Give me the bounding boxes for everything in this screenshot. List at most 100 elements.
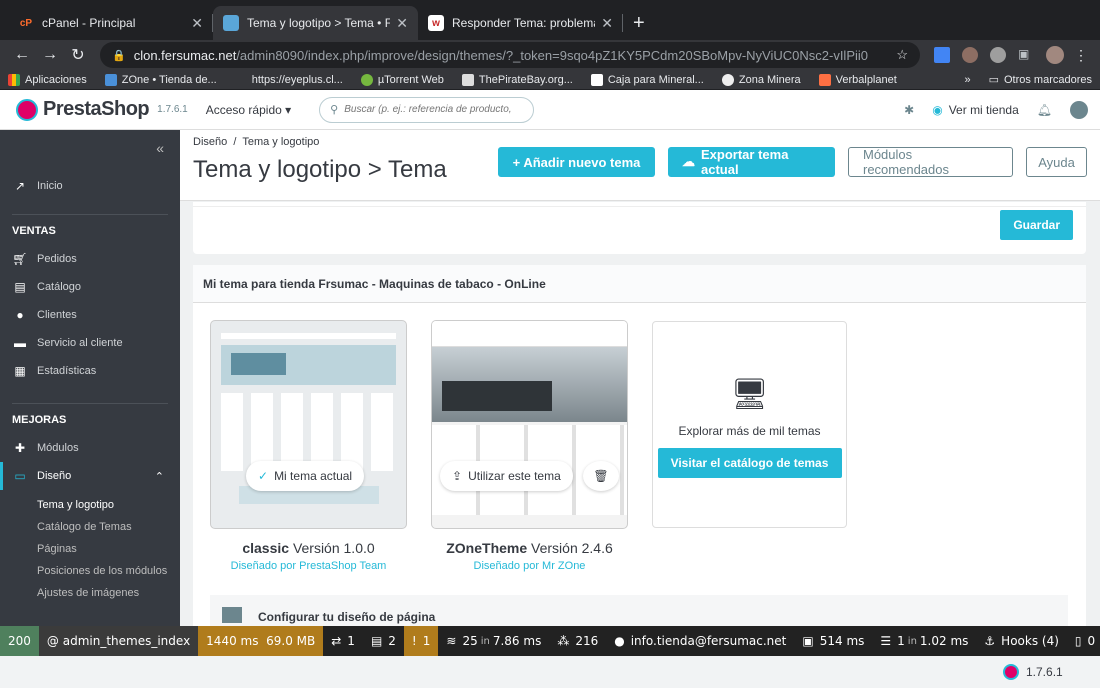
theme-classic-author[interactable]: Diseñado por PrestaShop Team <box>211 560 406 572</box>
bookmark-eyeplus[interactable]: https://eyeplus.cl... <box>235 74 343 86</box>
version-label: 1.7.6.1 <box>157 104 188 115</box>
help-button[interactable]: Ayuda <box>1026 147 1087 177</box>
security-panel[interactable]: ● info.tienda@fersumac.net <box>606 626 794 656</box>
status-code[interactable]: 200 <box>0 626 39 656</box>
export-theme-button[interactable]: ☁ Exportar tema actual <box>668 147 835 177</box>
back-icon[interactable]: ← <box>8 46 36 64</box>
star-icon[interactable]: ☆ <box>896 47 908 63</box>
close-tab-icon[interactable]: ✕ <box>396 15 408 32</box>
sidebar-subitem-imagenes[interactable]: Ajustes de imágenes <box>0 582 180 604</box>
add-theme-button[interactable]: + Añadir nuevo tema <box>498 147 655 177</box>
puzzle-extension-icon[interactable]: ▣ <box>1018 47 1034 63</box>
tab-title: Tema y logotipo > Tema • Fersu <box>247 16 391 30</box>
sidebar-item-clientes[interactable]: ● Clientes <box>0 301 180 329</box>
sidebar-subitem-catalogo-temas[interactable]: Catálogo de Temas <box>0 516 180 538</box>
browser-tab-strip: cP cPanel - Principal ✕ Tema y logotipo … <box>0 0 1100 40</box>
theme-zone: ⇪ Utilizar este tema 🗑︎ ZOneTheme Versión… <box>432 321 627 572</box>
zone-icon <box>104 73 117 86</box>
twig-panel[interactable]: ▤ 2 <box>363 626 404 656</box>
reload-icon[interactable]: ↻ <box>64 45 92 65</box>
current-theme-badge: ✓ Mi tema actual <box>246 461 365 491</box>
bookmark-verbalplanet[interactable]: Verbalplanet <box>818 73 897 86</box>
delete-theme-button[interactable]: 🗑︎ <box>583 461 619 491</box>
bookmark-caja[interactable]: Caja para Mineral... <box>590 73 704 86</box>
hooks-panel[interactable]: ⚓ Hooks (4) <box>976 626 1067 656</box>
cache-panel[interactable]: ☰ 1 in 1.02 ms <box>872 626 976 656</box>
sidebar-item-pedidos[interactable]: 🛒︎ Pedidos <box>0 245 180 273</box>
bookmark-apps[interactable]: Aplicaciones <box>8 73 87 86</box>
twig-icon: ▤ <box>370 634 383 648</box>
new-tab-button[interactable]: + <box>623 6 655 40</box>
render-panel[interactable]: ▣ 514 ms <box>794 626 872 656</box>
lock-icon: 🔒 <box>112 49 126 62</box>
logs-panel[interactable]: ! 1 <box>403 626 439 656</box>
sidebar-section-mejoras: MEJORAS <box>12 403 168 434</box>
sidebar-item-estadisticas[interactable]: ▦ Estadísticas <box>0 357 180 385</box>
url-host: clon.fersumac.net <box>133 47 237 63</box>
sidebar-subitem-tema-logotipo[interactable]: Tema y logotipo <box>0 494 180 516</box>
sidebar-subitem-posiciones[interactable]: Posiciones de los módulos <box>0 560 180 582</box>
bookmark-zone[interactable]: ZOne • Tienda de... <box>104 73 217 86</box>
bookmarks-bar: Aplicaciones ZOne • Tienda de... https:/… <box>0 70 1100 90</box>
use-theme-button[interactable]: ⇪ Utilizar este tema <box>440 461 573 491</box>
close-tab-icon[interactable]: ✕ <box>191 15 203 32</box>
translation-panel[interactable]: ⁂ 216 <box>549 626 606 656</box>
sidebar-item-inicio[interactable]: ↗ Inicio <box>0 172 180 200</box>
explore-themes-card: 🖥︎ Explorar más de mil temas Visitar el … <box>652 321 847 528</box>
sidebar-item-modulos[interactable]: ✚ Módulos <box>0 434 180 462</box>
save-button[interactable]: Guardar <box>1000 210 1073 240</box>
database-panel[interactable]: ≋ 25 in 7.86 ms <box>438 626 549 656</box>
bookmarks-more[interactable]: » <box>964 74 970 86</box>
debug-bug-icon[interactable]: ✱ <box>904 103 914 117</box>
bookmark-utorrent[interactable]: µTorrent Web <box>360 73 444 86</box>
performance-panel[interactable]: 1440 ms 69.0 MB <box>198 626 324 656</box>
bookmark-other[interactable]: ▭ Otros marcadores <box>989 73 1092 87</box>
piratebay-icon <box>461 73 474 86</box>
configure-layout-section: Configurar tu diseño de página <box>210 595 1068 628</box>
breadcrumb-diseno[interactable]: Diseño <box>193 136 227 148</box>
quick-access-dropdown[interactable]: Acceso rápido ▾ <box>206 103 291 117</box>
breadcrumb-tema[interactable]: Tema y logotipo <box>242 136 319 148</box>
profile-avatar[interactable] <box>1046 46 1064 64</box>
forward-icon[interactable]: → <box>36 46 64 64</box>
sidebar-item-diseno[interactable]: ▭ Diseño ⌃ <box>0 462 180 490</box>
theme-zone-author[interactable]: Diseñado por Mr ZOne <box>432 560 627 572</box>
route-name[interactable]: @ admin_themes_index <box>38 626 199 656</box>
sidebar-subitem-paginas[interactable]: Páginas <box>0 538 180 560</box>
page-header: Diseño / Tema y logotipo Tema y logotipo… <box>180 130 1100 201</box>
theme-classic: ✓ Mi tema actual classic Versión 1.0.0 Di… <box>211 321 406 572</box>
tab-title: cPanel - Principal <box>42 16 136 30</box>
bookmark-piratebay[interactable]: ThePirateBay.org... <box>461 73 573 86</box>
translation-icon: ⁂ <box>557 634 570 648</box>
clock-extension-icon[interactable] <box>990 47 1006 63</box>
recommended-modules-button[interactable]: Módulos recomendados <box>848 147 1013 177</box>
eye-icon: ◉ <box>932 102 943 117</box>
prestashop-logo[interactable]: PrestaShop <box>16 98 150 121</box>
browser-tab-theme[interactable]: Tema y logotipo > Tema • Fersu ✕ <box>213 6 418 40</box>
footer-version: 1.7.6.1 <box>1026 665 1063 679</box>
theme-zone-name: ZOneTheme Versión 2.4.6 <box>446 540 613 556</box>
visit-catalog-button[interactable]: Visitar el catálogo de temas <box>657 448 842 478</box>
notifications-bell-icon[interactable]: 🔔︎ <box>1037 103 1052 117</box>
modules-panel[interactable]: ▯ 0 <box>1067 626 1100 656</box>
extension-icon[interactable] <box>962 47 978 63</box>
server-icon: ☰ <box>880 634 892 648</box>
collapse-sidebar-button[interactable]: « <box>0 130 180 166</box>
forms-panel[interactable]: ⇄ 1 <box>323 626 363 656</box>
bookmark-zona-minera[interactable]: Zona Minera <box>721 73 801 86</box>
sidebar-item-catalogo[interactable]: ▤ Catálogo <box>0 273 180 301</box>
check-icon: ✓ <box>258 469 269 483</box>
browser-menu-icon[interactable]: ⋮ <box>1074 47 1088 64</box>
translate-extension-icon[interactable] <box>934 47 950 63</box>
verbalplanet-icon <box>818 73 831 86</box>
close-tab-icon[interactable]: ✕ <box>601 15 613 32</box>
browser-tab-cpanel[interactable]: cP cPanel - Principal ✕ <box>8 6 213 40</box>
employee-account-icon[interactable] <box>1070 100 1088 119</box>
search-input[interactable] <box>344 104 515 115</box>
browser-tab-reply[interactable]: w Responder Tema: problemas co ✕ <box>418 6 623 40</box>
sidebar-item-servicio[interactable]: ▬ Servicio al cliente <box>0 329 180 357</box>
themes-card: Mi tema para tienda Frsumac - Maquinas d… <box>193 265 1086 628</box>
store-icon: ▤ <box>14 280 26 294</box>
view-store-link[interactable]: ◉ Ver mi tienda <box>932 103 1019 117</box>
url-bar[interactable]: 🔒 clon.fersumac.net /admin8090/index.php… <box>100 42 920 68</box>
